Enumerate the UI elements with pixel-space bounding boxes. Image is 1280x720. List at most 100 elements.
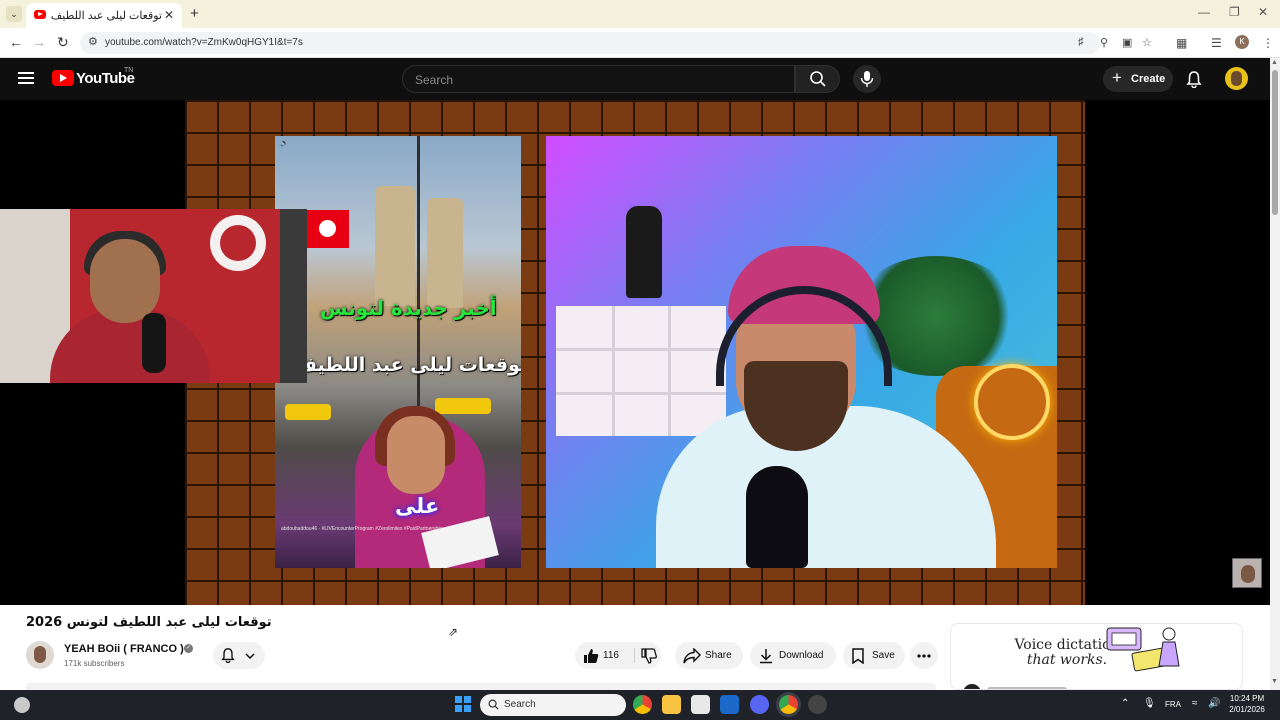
voice-search-button[interactable] [853,65,881,93]
window-close-icon[interactable]: ✕ [1258,5,1268,19]
channel-avatar[interactable] [26,641,54,669]
scroll-down-icon[interactable]: ▼ [1271,678,1278,685]
zoom-icon[interactable]: ⚲ [1100,36,1108,49]
description-box-edge[interactable] [26,683,936,690]
studio-microphone [746,466,808,568]
mouse-cursor-icon: ⇗ [448,625,459,639]
windows-start-icon[interactable] [455,696,471,712]
youtube-header: YouTube TN + Create [0,58,1270,100]
verified-icon: ✓ [184,644,193,653]
discord-app-icon[interactable] [750,695,769,714]
presenter-head [387,416,445,494]
translate-icon[interactable]: ♯ [1078,36,1084,48]
address-bar[interactable]: ⚙ youtube.com/watch?v=ZmKw0qHGY1I&t=7s ♯… [80,32,1152,54]
volume-icon[interactable]: 🔊 [1208,698,1220,709]
browser-menu-icon[interactable]: ⋮ [1262,36,1274,50]
taskbar-search-label: Search [504,699,536,710]
chrome-app-icon[interactable] [633,695,652,714]
notification-bell-icon [221,648,235,663]
url-text[interactable]: youtube.com/watch?v=ZmKw0qHGY1I&t=7s [105,37,303,48]
tray-microphone-icon[interactable]: 🎙 [1143,698,1156,709]
microphone-icon [860,71,874,87]
account-avatar[interactable] [1225,67,1248,90]
search-box [402,65,795,93]
clock-time: 10:24 PM [1229,694,1265,703]
chrome-active-icon[interactable] [779,695,798,714]
download-button[interactable]: Download [750,642,836,669]
ad-laptop-illustration-icon [1106,627,1180,672]
like-icon[interactable] [583,648,599,664]
like-divider [634,648,635,663]
restore-icon[interactable]: ❐ [1229,5,1240,19]
reload-icon[interactable]: ↻ [57,34,69,51]
menu-icon[interactable] [18,72,34,84]
browser-profile-avatar[interactable]: K [1235,35,1249,49]
bookmark-icon [852,648,864,664]
sidebar-ad-card[interactable]: Voice dictation that works. [950,623,1243,690]
more-horizontal-icon [917,654,931,658]
toy-shelf [556,306,726,436]
subscription-bell-button[interactable] [213,642,265,669]
create-button[interactable]: + Create [1103,66,1173,92]
new-tab-icon[interactable]: + [190,5,199,22]
download-label: Download [779,650,824,661]
microsoft-store-icon[interactable] [691,695,710,714]
channel-watermark[interactable] [1232,558,1262,588]
cathedral-tower-right [427,198,463,308]
forward-arrow-icon[interactable]: → [32,34,46,50]
bearbrick-figure [626,206,662,298]
youtube-logo-icon[interactable] [52,70,74,86]
install-app-icon[interactable]: ▣ [1122,36,1132,49]
video-player[interactable]: 🔈 أخبر جديدة لتونس توقعات ليلى عبد اللطي… [0,100,1270,605]
notifications-bell-icon[interactable] [1185,70,1203,88]
mail-app-icon[interactable] [720,695,739,714]
site-info-icon[interactable]: ⚙ [88,35,98,48]
save-button[interactable]: Save [843,642,905,669]
back-arrow-icon[interactable]: ← [9,34,23,50]
page-scrollbar[interactable]: ▲ ▼ [1270,58,1280,690]
more-actions-button[interactable] [910,642,938,669]
clip-caption-bottom: على [395,494,440,518]
reactor-webcam-overlay [0,209,307,383]
speaker-icon: 🔈 [280,140,289,147]
clip-caption-top: أخبر جديدة لتونس [320,296,497,320]
channel-name[interactable]: YEAH BOii ( FRANCO ) [64,643,184,655]
share-button[interactable]: Share [675,642,743,669]
tab-search-chevron-icon[interactable]: ⌄ [6,6,22,22]
search-button[interactable] [795,65,840,93]
wifi-icon[interactable]: ≈ [1192,698,1198,709]
scrollbar-thumb[interactable] [1272,70,1278,215]
search-input[interactable] [415,71,775,88]
video-right-webcam [546,136,1057,568]
like-dislike-group: 116 [575,642,661,669]
taxi-shape [435,398,491,414]
tab-title: توقعات ليلى عبد اللطيف لتو [50,10,162,22]
scroll-up-icon[interactable]: ▲ [1271,59,1278,66]
tab-close-icon[interactable]: ✕ [164,8,174,22]
obs-app-icon[interactable] [808,695,827,714]
dislike-icon[interactable] [641,648,657,664]
minimize-icon[interactable]: — [1198,5,1210,19]
download-icon [760,649,772,664]
share-label: Share [705,650,732,661]
tray-chevron-up-icon[interactable]: ⌃ [1121,698,1129,709]
share-icon [683,648,701,664]
taskbar-search-box[interactable]: Search [480,694,626,716]
extensions-icon[interactable]: ▦ [1176,36,1187,50]
reading-list-icon[interactable]: ☰ [1211,36,1222,50]
video-title: توقعات ليلى عبد اللطيف لتونس 2026 [26,615,272,630]
language-indicator[interactable]: FRA [1165,700,1181,709]
bookmark-star-icon[interactable]: ☆ [1142,36,1152,49]
reactor-mic-arm [280,209,307,383]
plus-icon: + [1112,68,1122,87]
like-count[interactable]: 116 [603,650,619,661]
taskbar-clock[interactable]: 10:24 PM 2/01/2026 [1224,693,1270,715]
clock-date: 2/01/2026 [1229,705,1265,714]
chevron-down-icon [245,653,255,660]
browser-tab-bar: ⌄ توقعات ليلى عبد اللطيف لتو ✕ + — ❐ ✕ [0,0,1280,28]
weather-icon[interactable] [14,697,30,713]
file-explorer-icon[interactable] [662,695,681,714]
reactor-microphone [142,313,166,373]
create-label: Create [1131,73,1166,85]
browser-tab-active[interactable]: توقعات ليلى عبد اللطيف لتو ✕ [26,3,182,28]
